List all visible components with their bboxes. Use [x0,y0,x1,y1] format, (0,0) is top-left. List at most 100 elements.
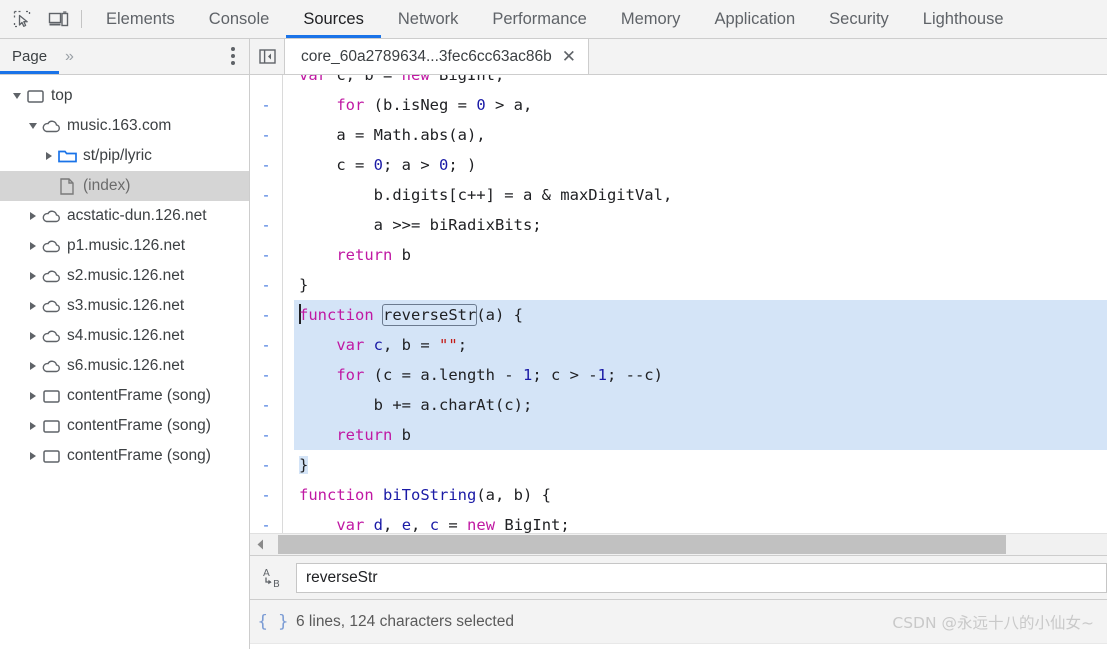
chevron-right-icon[interactable] [26,212,40,220]
nav-tab-page[interactable]: Page [0,39,60,74]
code-line: - return b [250,240,1107,270]
gutter-marker[interactable]: - [250,480,282,510]
gutter-marker[interactable]: - [250,300,282,330]
code-line-selected: - return b [250,420,1107,450]
chevron-down-icon[interactable] [26,123,40,129]
selection-status-text: 6 lines, 124 characters selected [296,612,514,630]
tab-console[interactable]: Console [192,0,287,38]
tree-item-st-pip-lyric[interactable]: st/pip/lyric [0,141,249,171]
gutter-rule [282,360,283,390]
tab-sources[interactable]: Sources [286,0,381,38]
chevron-right-icon[interactable] [26,392,40,400]
tab-memory[interactable]: Memory [604,0,698,38]
gutter-marker[interactable]: - [250,330,282,360]
gutter-marker[interactable]: - [250,120,282,150]
code-line-text: a = Math.abs(a), [299,126,486,144]
tree-item-index[interactable]: (index) [0,171,249,201]
tree-item-p1-music[interactable]: p1.music.126.net [0,231,249,261]
gutter-marker[interactable]: - [250,270,282,300]
code-line: - for (b.isNeg = 0 > a, [250,90,1107,120]
tab-lighthouse[interactable]: Lighthouse [906,0,1021,38]
find-bar: A B reverseStr [250,555,1107,599]
gutter-rule [282,300,283,330]
tab-security[interactable]: Security [812,0,906,38]
find-input[interactable]: reverseStr [296,562,1107,593]
tab-application[interactable]: Application [697,0,812,38]
gutter-rule [282,330,283,360]
chevron-right-icon[interactable] [26,332,40,340]
frame-icon [40,449,62,463]
gutter-rule [282,420,283,450]
tree-item-label: s3.music.126.net [67,297,185,314]
chevron-right-icon[interactable] [26,242,40,250]
gutter-marker[interactable]: - [250,360,282,390]
code-line-text: var c, b = ""; [294,330,1107,360]
close-icon[interactable]: ✕ [562,48,576,65]
code-line-selected: - var c, b = ""; [250,330,1107,360]
tab-elements[interactable]: Elements [89,0,192,38]
tree-item-s4-music[interactable]: s4.music.126.net [0,321,249,351]
cloud-icon [40,240,62,253]
tree-item-acstatic-dun[interactable]: acstatic-dun.126.net [0,201,249,231]
tree-item-contentframe-2[interactable]: contentFrame (song) [0,411,249,441]
tree-item-top[interactable]: top [0,81,249,111]
gutter-marker[interactable]: - [250,510,282,533]
replace-icon[interactable]: A B [250,565,296,591]
tree-item-label: p1.music.126.net [67,237,186,254]
tree-item-s3-music[interactable]: s3.music.126.net [0,291,249,321]
horizontal-scrollbar[interactable] [250,533,1107,555]
nav-more-tabs-icon[interactable]: » [59,48,79,66]
chevron-right-icon[interactable] [42,152,56,160]
inspect-element-icon[interactable] [8,5,36,33]
gutter-marker[interactable]: - [250,390,282,420]
gutter-marker[interactable]: - [250,420,282,450]
code-line-selected: - b += a.charAt(c); [250,390,1107,420]
scrollbar-thumb[interactable] [278,535,1006,554]
editor-status-bar: { } 6 lines, 124 characters selected CSD… [250,599,1107,643]
code-line: - } [250,270,1107,300]
navigator-header: Page » [0,39,249,75]
gutter-rule [282,150,283,180]
gutter-marker[interactable]: - [250,210,282,240]
scroll-left-arrow-icon[interactable] [250,539,270,550]
gutter-marker[interactable]: - [250,450,282,480]
chevron-right-icon[interactable] [26,272,40,280]
code-line-text: for (b.isNeg = 0 > a, [336,96,533,114]
code-line: - var d, e, c = new BigInt; [250,510,1107,533]
tab-performance[interactable]: Performance [475,0,603,38]
device-toolbar-icon[interactable] [44,5,72,33]
chevron-right-icon[interactable] [26,302,40,310]
code-line-text: } [299,276,309,294]
gutter-marker[interactable]: - [250,150,282,180]
gutter-rule [282,450,283,480]
gutter-marker[interactable]: - [250,180,282,210]
chevron-down-icon[interactable] [10,93,24,99]
more-options-icon[interactable] [231,47,235,65]
file-tab-core[interactable]: core_60a2789634...3fec6cc63ac86b ✕ [285,39,590,74]
code-line-text: for (c = a.length - 1; c > -1; --c) [294,360,1107,390]
page-resource-tree: top music.163.com st/pip/lyric (index) a… [0,75,249,649]
gutter-rule [282,240,283,270]
gutter-rule [282,270,283,300]
tree-item-label: s2.music.126.net [67,267,185,284]
tree-item-label: contentFrame (song) [67,447,211,464]
tree-item-s6-music[interactable]: s6.music.126.net [0,351,249,381]
chevron-right-icon[interactable] [26,362,40,370]
gutter-marker[interactable]: - [250,90,282,120]
pretty-print-icon[interactable]: { } [250,612,296,632]
tab-network[interactable]: Network [381,0,476,38]
show-navigator-icon[interactable] [250,39,285,74]
tree-item-contentframe-1[interactable]: contentFrame (song) [0,381,249,411]
scrollbar-track[interactable] [270,534,1107,555]
gutter-marker[interactable]: - [250,240,282,270]
find-input-value: reverseStr [306,568,378,586]
code-editor[interactable]: var c, b = new BigInt; - for (b.isNeg = … [250,75,1107,533]
panel-tab-strip: Elements Console Sources Network Perform… [89,0,1107,38]
tree-item-s2-music[interactable]: s2.music.126.net [0,261,249,291]
code-line-text: c = 0; a > 0; ) [299,156,477,174]
tree-item-contentframe-3[interactable]: contentFrame (song) [0,441,249,471]
chevron-right-icon[interactable] [26,452,40,460]
tree-item-music163[interactable]: music.163.com [0,111,249,141]
chevron-right-icon[interactable] [26,422,40,430]
navigator-panel: Page » top music.163.com st/pip/lyric (i… [0,39,250,649]
